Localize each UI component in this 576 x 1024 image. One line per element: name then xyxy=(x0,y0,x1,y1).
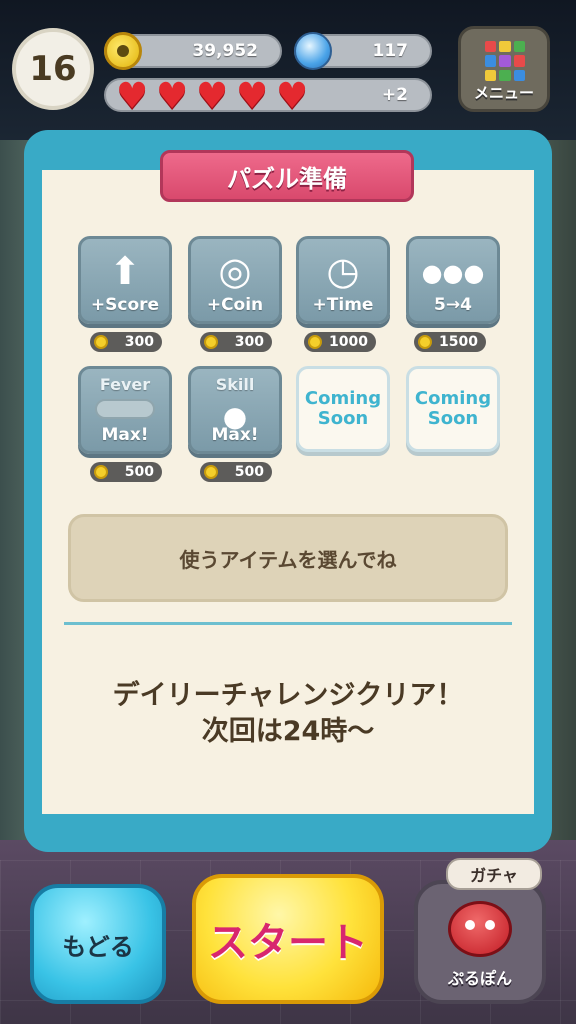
gacha-tag-label: ガチャ xyxy=(470,866,518,885)
item-time-boost[interactable]: ◷ +Time xyxy=(296,236,390,324)
price-value: 500 xyxy=(124,464,154,480)
coin-icon xyxy=(94,465,108,479)
item-label: +Time xyxy=(312,295,374,315)
skill-puyo-icon: ● xyxy=(222,400,248,433)
coming-soon-slot: Coming Soon xyxy=(296,366,390,452)
gem-counter: 117 xyxy=(294,32,432,70)
heart-icon: ♥ xyxy=(116,76,149,117)
hint-box: 使うアイテムを選んでね xyxy=(68,514,508,602)
heart-icon: ♥ xyxy=(276,76,309,117)
gacha-tag: ガチャ xyxy=(446,858,542,890)
item-price: 500 xyxy=(200,462,272,482)
coin-value: 39,952 xyxy=(192,41,258,61)
item-price: 300 xyxy=(200,332,272,352)
gacha-label: ぷるぽん xyxy=(447,969,512,988)
hearts-counter: ♥ ♥ ♥ ♥ ♥ +2 xyxy=(104,76,432,117)
start-label: スタート xyxy=(208,920,368,966)
hearts-row: ♥ ♥ ♥ ♥ ♥ xyxy=(116,76,312,117)
item-score-boost[interactable]: ⬆ +Score xyxy=(78,236,172,324)
coming-soon-slot: Coming Soon xyxy=(406,366,500,452)
start-button[interactable]: スタート xyxy=(192,874,384,1004)
coin-icon xyxy=(94,335,108,349)
coin-icon xyxy=(418,335,432,349)
daily-line-2: 次回は24時〜 xyxy=(201,716,375,747)
price-value: 300 xyxy=(124,334,154,350)
panel-title: パズル準備 xyxy=(160,150,414,202)
puyo-group-icon: ●●● xyxy=(421,259,485,287)
gem-icon xyxy=(294,32,332,70)
coin-disc-icon: ◎ xyxy=(218,249,252,293)
coin-icon xyxy=(204,335,218,349)
price-value: 300 xyxy=(234,334,264,350)
price-value: 1000 xyxy=(329,334,368,350)
item-five-to-four[interactable]: ●●● 5→4 xyxy=(406,236,500,324)
menu-grid-icon xyxy=(485,41,525,81)
item-price: 1500 xyxy=(414,332,486,352)
level-badge: 16 xyxy=(12,28,94,110)
item-price: 1000 xyxy=(304,332,376,352)
fever-gauge-icon xyxy=(95,399,155,419)
item-label: +Coin xyxy=(206,295,264,315)
coin-icon xyxy=(204,465,218,479)
hint-text: 使うアイテムを選んでね xyxy=(179,547,397,572)
item-coin-boost[interactable]: ◎ +Coin xyxy=(188,236,282,324)
item-label: 5→4 xyxy=(434,295,472,315)
divider xyxy=(64,622,512,625)
heart-icon: ♥ xyxy=(236,76,269,117)
item-skill-max[interactable]: Skill ● Max! xyxy=(188,366,282,454)
daily-challenge-message: デイリーチャレンジクリア！ 次回は24時〜 xyxy=(44,678,532,750)
clock-icon: ◷ xyxy=(326,249,360,293)
price-value: 1500 xyxy=(439,334,478,350)
menu-label: メニュー xyxy=(473,84,534,102)
arrow-up-icon: ⬆ xyxy=(109,249,141,293)
price-value: 500 xyxy=(234,464,264,480)
daily-line-1: デイリーチャレンジクリア！ xyxy=(112,680,464,711)
gem-value: 117 xyxy=(372,41,409,61)
item-label: +Score xyxy=(90,295,160,315)
item-price: 300 xyxy=(90,332,162,352)
back-button[interactable]: もどる xyxy=(30,884,166,1004)
gacha-character-icon xyxy=(448,901,512,957)
heart-icon: ♥ xyxy=(196,76,229,117)
heart-icon: ♥ xyxy=(156,76,189,117)
item-price: 500 xyxy=(90,462,162,482)
item-top-label: Fever xyxy=(99,375,151,394)
coin-counter: 39,952 xyxy=(104,32,282,70)
level-number: 16 xyxy=(29,49,77,89)
coin-icon xyxy=(104,32,142,70)
item-label: Max! xyxy=(101,425,149,445)
gacha-button[interactable]: ぷるぽん xyxy=(414,880,546,1004)
item-top-label: Skill xyxy=(215,375,255,394)
back-label: もどる xyxy=(62,932,134,961)
item-fever-max[interactable]: Fever Max! xyxy=(78,366,172,454)
menu-button[interactable]: メニュー xyxy=(458,26,550,112)
hearts-extra: +2 xyxy=(381,85,408,105)
coin-icon xyxy=(308,335,322,349)
